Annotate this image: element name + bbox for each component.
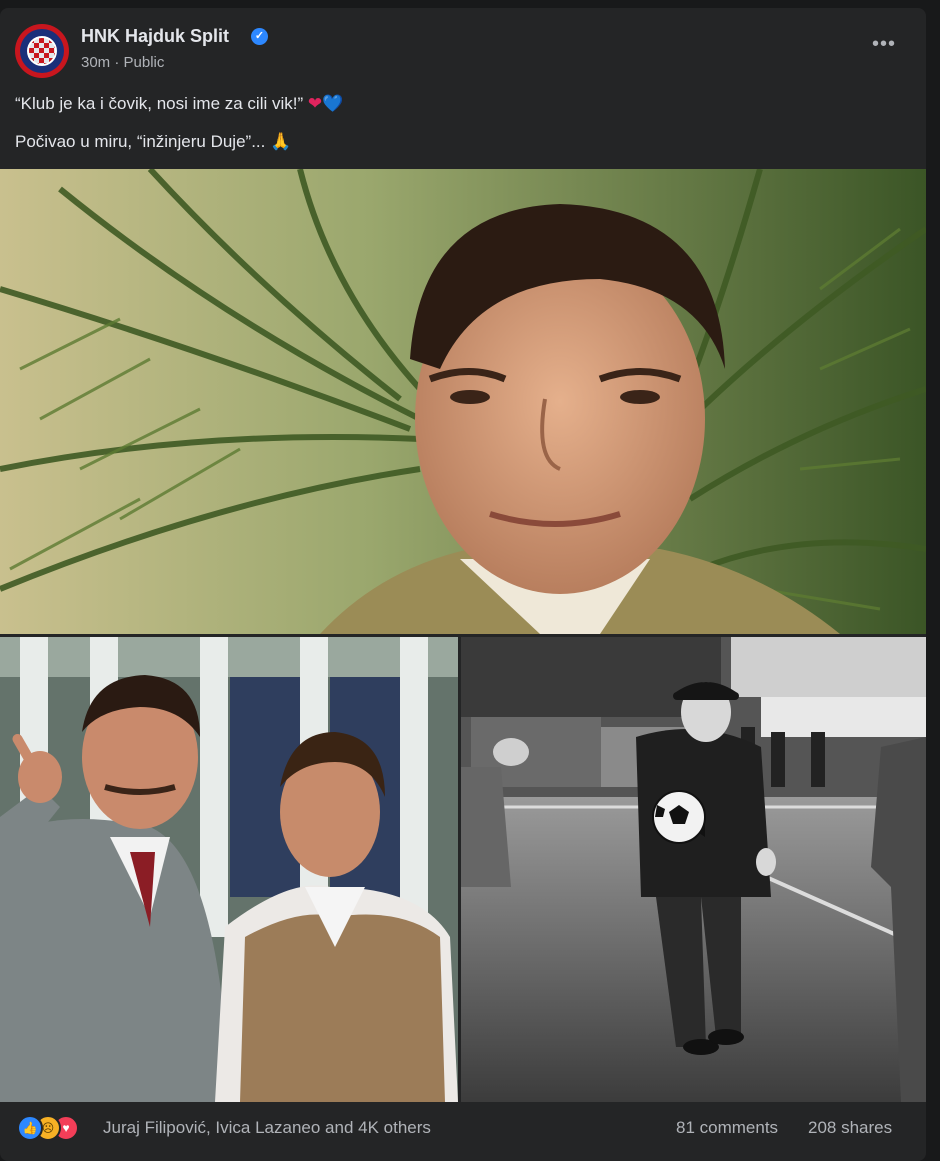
like-icon: 👍 (17, 1115, 43, 1141)
avatar-ring (20, 29, 64, 73)
post-card: HNK Hajduk Split ✓ 30m · Public ••• “Klu… (0, 8, 926, 1161)
two-men-illustration (0, 637, 458, 1102)
praying-hands-icon: 🙏 (270, 132, 292, 151)
red-heart-icon: ❤ (307, 94, 323, 113)
photo-portrait-young-man[interactable] (0, 169, 926, 634)
reactions-summary[interactable]: 👍 ☹ ♥ (17, 1115, 97, 1141)
shares-count-link[interactable]: 208 shares (808, 1118, 892, 1138)
club-crest-icon (27, 36, 57, 66)
post-time-link[interactable]: 30m (81, 54, 110, 71)
post-quote: “Klub je ka i čovik, nosi ime za cili vi… (15, 94, 304, 113)
more-options-button[interactable]: ••• (872, 34, 896, 54)
post-header: HNK Hajduk Split ✓ 30m · Public ••• (0, 8, 926, 83)
comments-count-link[interactable]: 81 comments (676, 1118, 778, 1138)
page-name-link[interactable]: HNK Hajduk Split (81, 26, 229, 47)
football-illustration (461, 637, 926, 1102)
blue-heart-icon: 💙 (322, 94, 344, 113)
meta-separator: · (114, 54, 120, 71)
post-condolence: Počivao u miru, “inžinjeru Duje”... (15, 132, 266, 151)
verified-badge-icon: ✓ (251, 28, 268, 45)
reactors-link[interactable]: Juraj Filipović, Ivica Lazaneo and 4K ot… (103, 1118, 431, 1138)
privacy-label[interactable]: Public (124, 54, 165, 71)
post-text-line1: “Klub je ka i čovik, nosi ime za cili vi… (15, 94, 343, 114)
photo-old-man-football[interactable] (461, 637, 926, 1102)
post-text-line2: Počivao u miru, “inžinjeru Duje”... 🙏 (15, 132, 291, 152)
post-footer: 👍 ☹ ♥ Juraj Filipović, Ivica Lazaneo and… (0, 1105, 926, 1161)
post-meta: 30m · Public (81, 54, 164, 71)
portrait-illustration (0, 169, 926, 634)
photo-two-men[interactable] (0, 637, 458, 1102)
page-avatar[interactable] (15, 24, 69, 78)
